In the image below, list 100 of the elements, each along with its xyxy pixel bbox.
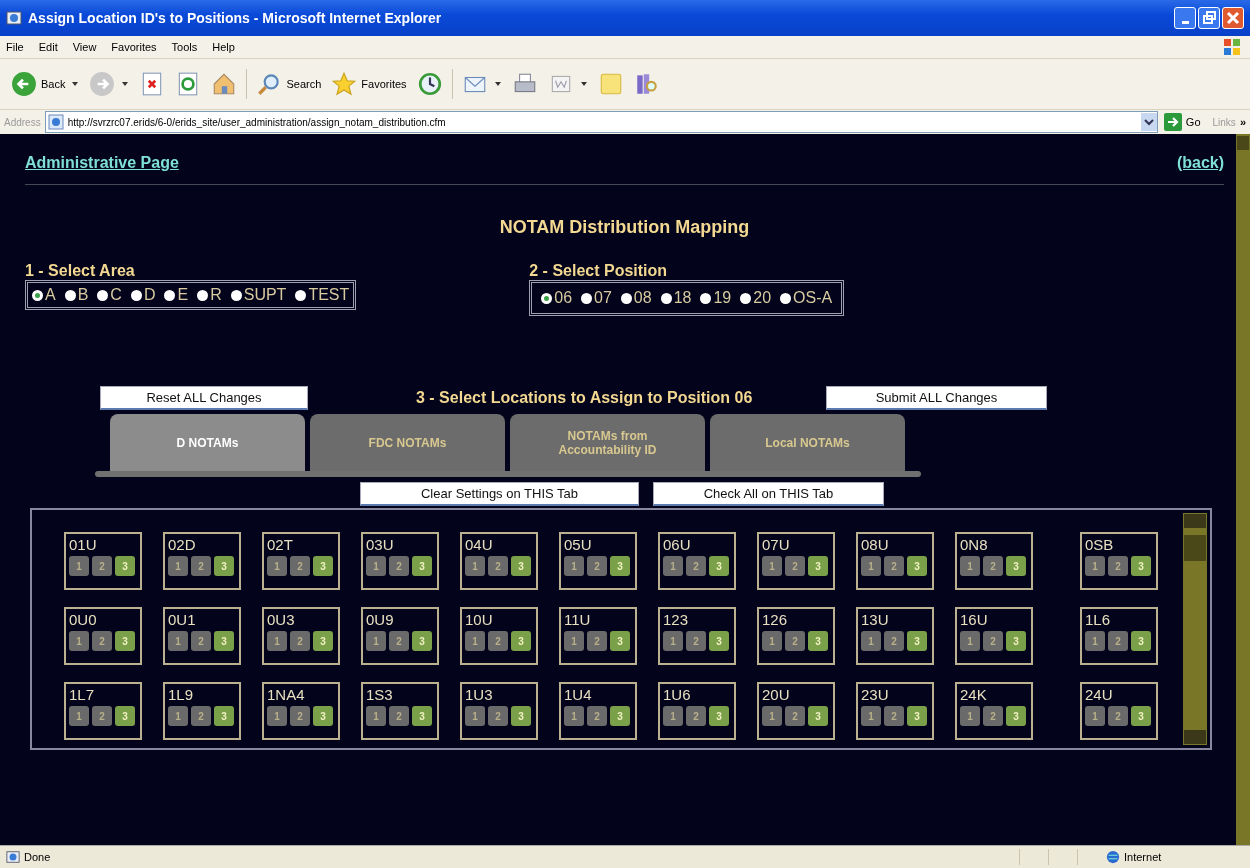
area-radio-option[interactable]: R	[197, 286, 222, 304]
priority-toggle[interactable]: 2	[587, 631, 607, 651]
priority-toggle[interactable]: 2	[884, 556, 904, 576]
caret-icon[interactable]	[494, 82, 501, 86]
priority-toggle[interactable]: 3	[907, 706, 927, 726]
position-radio-option[interactable]: 08	[620, 289, 652, 307]
administrative-page-link[interactable]: Administrative Page	[25, 154, 179, 172]
menu-item[interactable]: Tools	[171, 41, 198, 53]
priority-toggle[interactable]: 2	[488, 706, 508, 726]
priority-toggle[interactable]: 2	[488, 556, 508, 576]
area-radio-option[interactable]: A	[32, 286, 56, 304]
priority-toggle[interactable]: 2	[389, 556, 409, 576]
minimize-button[interactable]	[1174, 7, 1196, 29]
priority-toggle[interactable]: 1	[960, 631, 980, 651]
priority-toggle[interactable]: 3	[808, 631, 828, 651]
priority-toggle[interactable]: 3	[115, 631, 135, 651]
priority-toggle[interactable]: 1	[267, 631, 287, 651]
priority-toggle[interactable]: 2	[191, 631, 211, 651]
close-button[interactable]	[1222, 7, 1244, 29]
priority-toggle[interactable]: 3	[115, 706, 135, 726]
tab[interactable]: Local NOTAMs	[710, 414, 905, 471]
priority-toggle[interactable]: 1	[465, 706, 485, 726]
priority-toggle[interactable]: 1	[1085, 556, 1105, 576]
priority-toggle[interactable]: 2	[884, 706, 904, 726]
priority-toggle[interactable]: 2	[92, 556, 112, 576]
priority-toggle[interactable]: 3	[313, 556, 333, 576]
priority-toggle[interactable]: 2	[389, 631, 409, 651]
tab[interactable]: D NOTAMs	[110, 414, 305, 471]
priority-toggle[interactable]: 3	[412, 631, 432, 651]
menu-item[interactable]: Edit	[38, 41, 58, 53]
priority-toggle[interactable]: 2	[1108, 556, 1128, 576]
priority-toggle[interactable]: 1	[69, 631, 89, 651]
priority-toggle[interactable]: 1	[861, 631, 881, 651]
area-radio-option[interactable]: D	[130, 286, 156, 304]
priority-toggle[interactable]: 3	[1006, 556, 1026, 576]
priority-toggle[interactable]: 2	[686, 631, 706, 651]
priority-toggle[interactable]: 3	[313, 631, 333, 651]
priority-toggle[interactable]: 1	[762, 706, 782, 726]
priority-toggle[interactable]: 3	[115, 556, 135, 576]
priority-toggle[interactable]: 2	[983, 706, 1003, 726]
priority-toggle[interactable]: 3	[214, 706, 234, 726]
menu-item[interactable]: View	[72, 41, 97, 53]
restore-button[interactable]	[1198, 7, 1220, 29]
priority-toggle[interactable]: 3	[709, 706, 729, 726]
priority-toggle[interactable]: 3	[412, 706, 432, 726]
priority-toggle[interactable]: 1	[960, 706, 980, 726]
search-button[interactable]: Search	[253, 69, 325, 99]
priority-toggle[interactable]: 3	[511, 631, 531, 651]
more-chevron[interactable]: »	[1239, 116, 1246, 128]
priority-toggle[interactable]: 1	[861, 706, 881, 726]
menu-item[interactable]: File	[6, 41, 24, 53]
priority-toggle[interactable]: 3	[511, 706, 531, 726]
priority-toggle[interactable]: 1	[168, 631, 188, 651]
priority-toggle[interactable]: 2	[686, 556, 706, 576]
priority-toggle[interactable]: 3	[214, 556, 234, 576]
position-radio-option[interactable]: 19	[700, 289, 732, 307]
priority-toggle[interactable]: 2	[983, 556, 1003, 576]
position-radio-option[interactable]: 06	[541, 289, 573, 307]
priority-toggle[interactable]: 1	[762, 631, 782, 651]
priority-toggle[interactable]: 3	[610, 706, 630, 726]
area-radio-option[interactable]: E	[164, 286, 189, 304]
caret-icon[interactable]	[580, 82, 587, 86]
priority-toggle[interactable]: 2	[389, 706, 409, 726]
priority-toggle[interactable]: 1	[564, 631, 584, 651]
priority-toggle[interactable]: 3	[610, 631, 630, 651]
tab[interactable]: FDC NOTAMs	[310, 414, 505, 471]
priority-toggle[interactable]: 1	[1085, 631, 1105, 651]
priority-toggle[interactable]: 3	[808, 706, 828, 726]
priority-toggle[interactable]: 2	[488, 631, 508, 651]
priority-toggle[interactable]: 2	[785, 631, 805, 651]
priority-toggle[interactable]: 1	[663, 706, 683, 726]
priority-toggle[interactable]: 2	[587, 706, 607, 726]
area-radio-option[interactable]: SUPT	[230, 286, 287, 304]
submit-button[interactable]: Submit ALL Changes	[826, 386, 1047, 410]
priority-toggle[interactable]: 1	[366, 556, 386, 576]
priority-toggle[interactable]: 3	[511, 556, 531, 576]
position-radio-option[interactable]: OS-A	[780, 289, 833, 307]
check-all-button[interactable]: Check All on THIS Tab	[653, 482, 884, 506]
priority-toggle[interactable]: 2	[290, 631, 310, 651]
menu-item[interactable]: Help	[212, 41, 235, 53]
priority-toggle[interactable]: 2	[587, 556, 607, 576]
priority-toggle[interactable]: 3	[1131, 556, 1151, 576]
priority-toggle[interactable]: 3	[313, 706, 333, 726]
priority-toggle[interactable]: 1	[366, 706, 386, 726]
priority-toggle[interactable]: 1	[1085, 706, 1105, 726]
caret-icon[interactable]	[122, 82, 129, 86]
priority-toggle[interactable]: 1	[861, 556, 881, 576]
priority-toggle[interactable]: 2	[191, 706, 211, 726]
priority-toggle[interactable]: 1	[762, 556, 782, 576]
dropdown-icon[interactable]	[1140, 113, 1157, 131]
links-label[interactable]: Links	[1212, 116, 1236, 128]
priority-toggle[interactable]: 2	[884, 631, 904, 651]
favorites-button[interactable]: Favorites	[328, 69, 410, 99]
priority-toggle[interactable]: 3	[709, 556, 729, 576]
priority-toggle[interactable]: 3	[1006, 706, 1026, 726]
priority-toggle[interactable]: 1	[267, 556, 287, 576]
priority-toggle[interactable]: 2	[686, 706, 706, 726]
priority-toggle[interactable]: 1	[564, 556, 584, 576]
go-button[interactable]: Go	[1161, 113, 1209, 131]
area-radio-option[interactable]: C	[97, 286, 122, 304]
